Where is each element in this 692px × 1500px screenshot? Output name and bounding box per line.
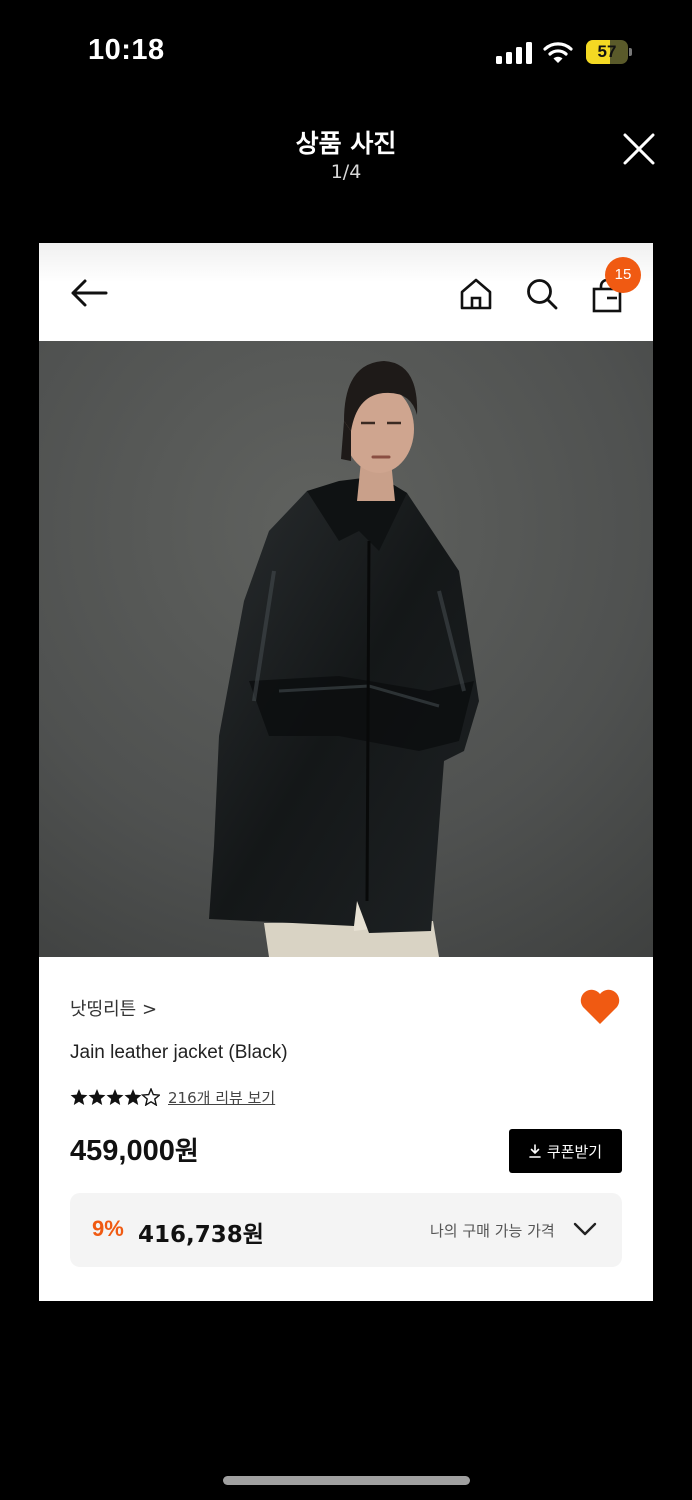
back-arrow-icon[interactable] [69,277,109,309]
price-unit: 원 [174,1137,199,1167]
product-screenshot: 15 낫띵리튼 > Jain leather jacket (Black) 21… [39,243,653,1301]
wifi-icon [543,42,573,63]
star-rating-icon [70,1088,160,1106]
close-icon[interactable] [620,130,658,168]
status-bar: 10:18 57 [0,0,692,100]
price: 459,000원 [70,1131,199,1168]
chevron-down-icon[interactable] [572,1219,598,1239]
brand-link[interactable]: 낫띵리튼 > [70,995,157,1021]
battery-icon: 57 [586,40,632,64]
download-icon [529,1144,541,1158]
my-price-label: 나의 구매 가능 가격 [430,1222,555,1240]
app-header: 15 [39,243,653,341]
review-link[interactable]: 216개 리뷰 보기 [168,1087,275,1108]
my-price-box[interactable]: 9% 416,738원 나의 구매 가능 가격 [70,1193,622,1267]
product-name: Jain leather jacket (Black) [70,1042,288,1063]
status-time: 10:18 [88,34,165,66]
viewer-title: 상품 사진 [295,129,397,158]
coupon-button[interactable]: 쿠폰받기 [509,1129,622,1173]
search-icon[interactable] [525,277,559,311]
my-price: 416,738원 [138,1222,264,1248]
price-amount: 459,000 [70,1135,175,1167]
home-indicator[interactable] [223,1476,470,1485]
image-counter: 1/4 [330,161,362,183]
rating-row: 216개 리뷰 보기 [70,1086,275,1108]
discount-rate: 9% [92,1216,124,1241]
heart-icon[interactable] [579,988,621,1026]
cart-count-badge: 15 [605,257,641,293]
coupon-label: 쿠폰받기 [546,1142,603,1161]
battery-percent: 57 [597,42,617,61]
home-icon[interactable] [459,277,493,311]
cellular-signal-icon [496,42,532,64]
product-photo[interactable] [39,341,653,957]
